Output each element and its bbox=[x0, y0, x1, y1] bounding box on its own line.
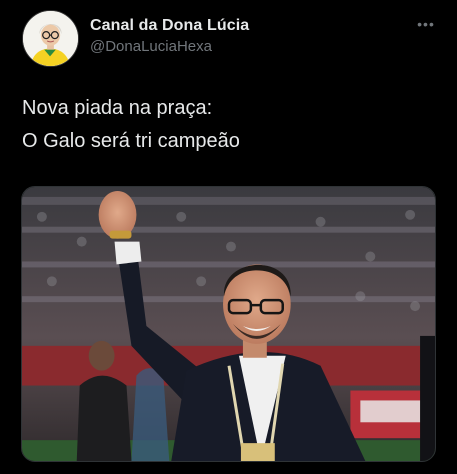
tweet-text-line: O Galo será tri campeão bbox=[22, 130, 240, 152]
tweet-text: Nova piada na praça: O Galo será tri cam… bbox=[22, 92, 240, 158]
tweet: Canal da Dona Lúcia @DonaLuciaHexa ••• N… bbox=[0, 0, 457, 474]
author-display-name[interactable]: Canal da Dona Lúcia bbox=[90, 17, 249, 35]
tweet-photo[interactable] bbox=[21, 186, 436, 462]
tweet-text-line: Nova piada na praça: bbox=[22, 97, 213, 119]
author-info: Canal da Dona Lúcia @DonaLuciaHexa bbox=[90, 17, 249, 55]
photo-illustration bbox=[22, 187, 435, 461]
ellipsis-icon[interactable]: ••• bbox=[414, 14, 438, 34]
avatar-illustration bbox=[23, 11, 78, 66]
author-handle[interactable]: @DonaLuciaHexa bbox=[90, 38, 249, 55]
avatar[interactable] bbox=[22, 10, 79, 67]
